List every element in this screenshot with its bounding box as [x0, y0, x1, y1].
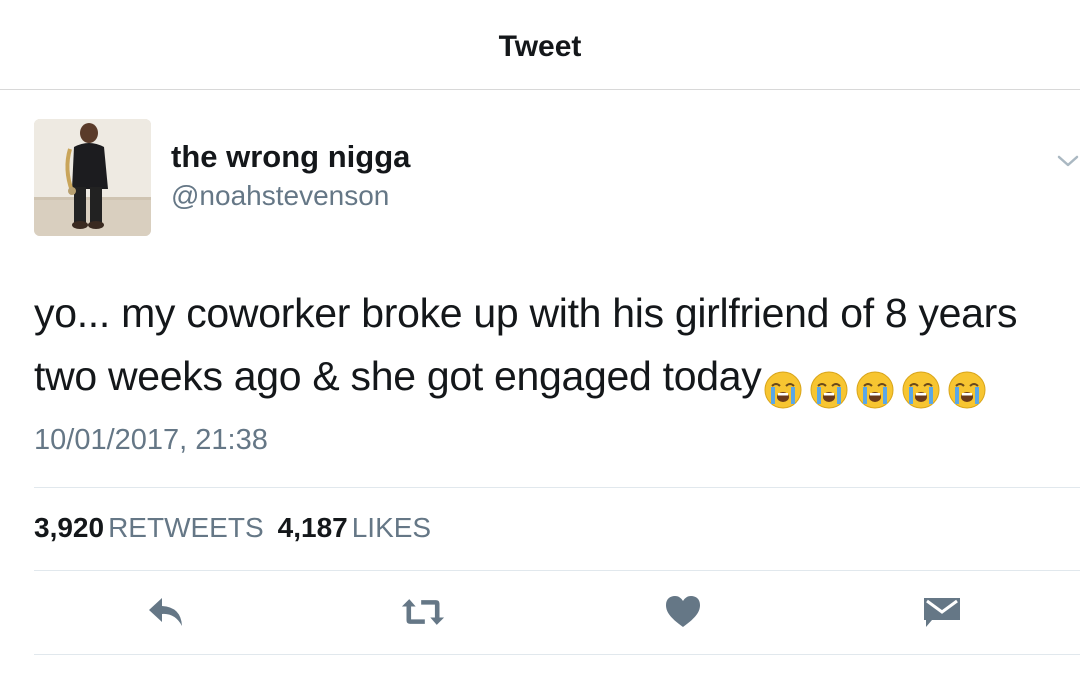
profile-photo: [34, 119, 151, 236]
username[interactable]: @noahstevenson: [171, 180, 389, 212]
divider: [34, 654, 1080, 655]
retweets-stat[interactable]: 3,920 RETWEETS: [34, 512, 264, 543]
page-title: Tweet: [498, 30, 582, 63]
likes-stat[interactable]: 4,187 LIKES: [278, 512, 431, 543]
tweet-body: yo... my coworker broke up with his girl…: [34, 282, 1080, 414]
loudly-crying-face-icon: [855, 365, 895, 409]
tweet-stats: 3,920 RETWEETS 4,187 LIKES: [34, 512, 431, 544]
loudly-crying-face-icon: [809, 365, 849, 409]
retweet-button[interactable]: [401, 590, 445, 634]
like-button[interactable]: [661, 590, 705, 634]
display-name[interactable]: the wrong nigga: [171, 139, 410, 175]
reply-icon: [149, 598, 182, 626]
retweets-label: RETWEETS: [108, 512, 264, 543]
reply-button[interactable]: [144, 590, 188, 634]
emoji-group: [763, 351, 993, 414]
chevron-down-icon[interactable]: [1055, 148, 1080, 174]
top-bar: Tweet: [0, 0, 1080, 90]
retweet-icon: [401, 599, 445, 625]
divider: [34, 487, 1080, 488]
tweet-timestamp[interactable]: 10/01/2017, 21:38: [34, 424, 268, 457]
direct-message-button[interactable]: [920, 590, 964, 634]
likes-label: LIKES: [351, 512, 432, 543]
retweets-count: 3,920: [34, 512, 105, 543]
avatar[interactable]: [34, 119, 151, 236]
like-icon: [666, 596, 700, 627]
divider: [34, 570, 1080, 571]
loudly-crying-face-icon: [947, 365, 987, 409]
direct-message-icon: [924, 598, 960, 627]
likes-count: 4,187: [277, 512, 348, 543]
loudly-crying-face-icon: [763, 365, 803, 409]
loudly-crying-face-icon: [901, 365, 941, 409]
